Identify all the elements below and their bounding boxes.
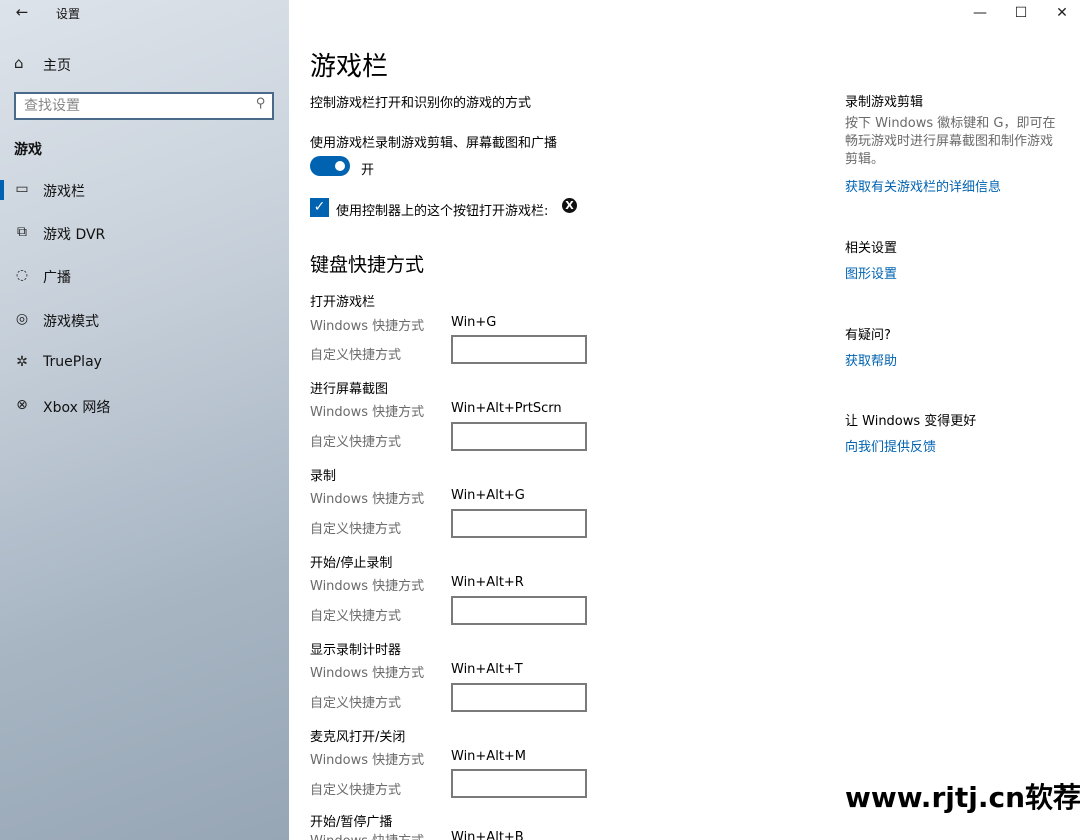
watermark: www.rjtj.cn软荐网 — [845, 781, 1080, 814]
windows-shortcut-label: Windows 快捷方式 — [310, 492, 425, 507]
controller-checkbox[interactable]: ✓ — [310, 198, 329, 217]
dvr-icon: ⧉ — [17, 224, 27, 240]
shortcut-name: 录制 — [310, 469, 337, 484]
shortcut-keys: Win+Alt+R — [451, 575, 524, 590]
maximize-button[interactable]: ☐ — [1001, 0, 1041, 28]
gamemode-icon: ◎ — [15, 311, 29, 327]
xbox-button-icon: X — [562, 198, 577, 213]
search-input[interactable] — [16, 94, 236, 118]
minimize-button[interactable]: — — [960, 0, 1000, 28]
toggle-knob — [335, 161, 345, 171]
controller-checkbox-label: 使用控制器上的这个按钮打开游戏栏: — [336, 204, 549, 219]
sidebar-item-label: 游戏栏 — [43, 184, 85, 200]
title-bar: ← 设置 — [0, 0, 289, 26]
graphics-settings-link[interactable]: 图形设置 — [845, 263, 897, 282]
shortcut-name: 打开游戏栏 — [310, 295, 376, 310]
custom-shortcut-label: 自定义快捷方式 — [310, 783, 402, 798]
sidebar: ← 设置 ⌂ 主页 ⚲ 游戏 ▭ 游戏栏 ⧉ 游戏 DVR ◌ 广播 ◎ 游戏模… — [0, 0, 289, 840]
search-icon[interactable]: ⚲ — [256, 96, 266, 111]
custom-shortcut-input[interactable] — [451, 596, 587, 625]
custom-shortcut-input[interactable] — [451, 335, 587, 364]
back-arrow-icon[interactable]: ← — [12, 2, 32, 22]
shortcut-keys: Win+Alt+PrtScrn — [451, 401, 562, 416]
record-toggle[interactable] — [310, 156, 350, 176]
record-toggle-label: 使用游戏栏录制游戏剪辑、屏幕截图和广播 — [310, 136, 558, 151]
windows-shortcut-label: Windows 快捷方式 — [310, 405, 425, 420]
shortcut-name: 开始/停止录制 — [310, 556, 393, 571]
shortcut-name: 显示录制计时器 — [310, 643, 402, 658]
page-title: 游戏栏 — [310, 52, 389, 82]
sidebar-item-broadcast[interactable]: ◌ 广播 — [0, 258, 289, 294]
shortcut-keys: Win+Alt+M — [451, 749, 527, 764]
sidebar-item-label: TruePlay — [43, 354, 102, 370]
shortcut-keys: Win+G — [451, 315, 497, 330]
sidebar-item-label: 游戏 DVR — [43, 227, 106, 243]
sidebar-item-trueplay[interactable]: ✲ TruePlay — [0, 345, 289, 381]
windows-shortcut-label: Windows 快捷方式 — [310, 666, 425, 681]
question-heading: 有疑问? — [845, 328, 891, 343]
custom-shortcut-input[interactable] — [451, 683, 587, 712]
custom-shortcut-input[interactable] — [451, 769, 587, 798]
shortcut-name: 开始/暂停广播 — [310, 815, 393, 830]
sidebar-item-gamebar[interactable]: ▭ 游戏栏 — [0, 172, 289, 208]
section-title: 游戏 — [14, 142, 42, 158]
gamebar-icon: ▭ — [15, 181, 29, 197]
sidebar-home[interactable]: ⌂ 主页 — [0, 48, 289, 80]
custom-shortcut-label: 自定义快捷方式 — [310, 435, 402, 450]
windows-shortcut-label: Windows 快捷方式 — [310, 753, 425, 768]
get-help-link[interactable]: 获取帮助 — [845, 350, 897, 369]
home-icon: ⌂ — [14, 54, 24, 72]
keyboard-shortcuts-heading: 键盘快捷方式 — [310, 254, 425, 276]
sidebar-item-gamemode[interactable]: ◎ 游戏模式 — [0, 302, 289, 338]
custom-shortcut-label: 自定义快捷方式 — [310, 348, 402, 363]
search-box[interactable]: ⚲ — [14, 92, 274, 120]
windows-shortcut-label: Windows 快捷方式 — [310, 319, 425, 334]
home-label: 主页 — [43, 58, 71, 74]
feedback-link[interactable]: 向我们提供反馈 — [845, 436, 936, 455]
app-title: 设置 — [56, 7, 81, 21]
sidebar-item-dvr[interactable]: ⧉ 游戏 DVR — [0, 215, 289, 251]
xbox-icon: ⊗ — [16, 397, 28, 413]
record-clip-heading: 录制游戏剪辑 — [845, 95, 924, 110]
shortcut-keys: Win+Alt+T — [451, 662, 523, 677]
trueplay-icon: ✲ — [16, 354, 28, 370]
shortcut-keys: Win+Alt+B — [451, 830, 524, 840]
page-subtitle: 控制游戏栏打开和识别你的游戏的方式 — [310, 96, 532, 111]
sidebar-item-label: Xbox 网络 — [43, 400, 111, 416]
sidebar-item-label: 游戏模式 — [43, 314, 99, 330]
custom-shortcut-label: 自定义快捷方式 — [310, 696, 402, 711]
sidebar-item-xbox[interactable]: ⊗ Xbox 网络 — [0, 388, 289, 424]
gamebar-info-link[interactable]: 获取有关游戏栏的详细信息 — [845, 176, 1001, 195]
custom-shortcut-label: 自定义快捷方式 — [310, 609, 402, 624]
shortcut-keys: Win+Alt+G — [451, 488, 525, 503]
close-button[interactable]: ✕ — [1042, 0, 1080, 28]
related-settings-heading: 相关设置 — [845, 241, 898, 256]
windows-shortcut-label: Windows 快捷方式 — [310, 830, 424, 840]
shortcut-name: 麦克风打开/关闭 — [310, 730, 406, 745]
custom-shortcut-input[interactable] — [451, 422, 587, 451]
custom-shortcut-label: 自定义快捷方式 — [310, 522, 402, 537]
broadcast-icon: ◌ — [15, 267, 29, 283]
shortcut-name: 进行屏幕截图 — [310, 382, 389, 397]
custom-shortcut-input[interactable] — [451, 509, 587, 538]
record-clip-description: 按下 Windows 徽标键和 G，即可在畅玩游戏时进行屏幕截图和制作游戏剪辑。 — [845, 116, 1056, 167]
improve-windows-heading: 让 Windows 变得更好 — [845, 414, 977, 429]
sidebar-item-label: 广播 — [43, 270, 71, 286]
windows-shortcut-label: Windows 快捷方式 — [310, 579, 425, 594]
toggle-state-label: 开 — [361, 163, 375, 178]
